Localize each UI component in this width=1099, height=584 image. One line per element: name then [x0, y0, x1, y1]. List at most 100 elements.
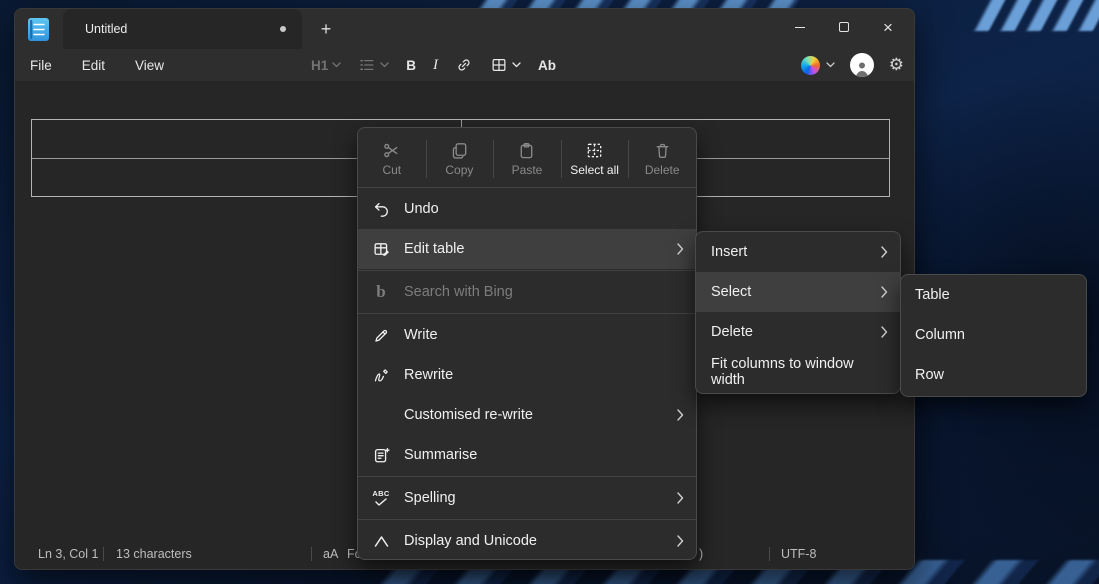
select-submenu: Table Column Row [900, 274, 1087, 397]
wallpaper-streak [962, 0, 1099, 31]
rewrite-icon [374, 368, 388, 381]
table-icon [492, 58, 506, 72]
menu-file[interactable]: File [30, 58, 52, 73]
titlebar: Untitled + × [15, 9, 914, 49]
submenu-item-row[interactable]: Row [901, 355, 1086, 395]
command-divider [493, 140, 495, 178]
submenu-item-column[interactable]: Column [901, 315, 1086, 355]
proofing-icon: Ab [538, 57, 557, 73]
copilot-icon [800, 55, 820, 75]
delete-button[interactable]: Delete [628, 132, 696, 186]
submenu-item-table[interactable]: Table [901, 275, 1086, 315]
italic-label: I [433, 56, 439, 73]
link-button[interactable] [455, 56, 473, 74]
text-size-icon[interactable]: aA [323, 539, 338, 569]
menu-edit[interactable]: Edit [82, 58, 105, 73]
account-icon [855, 62, 868, 77]
write-icon [374, 329, 387, 342]
status-clipped-right: ) [699, 547, 704, 561]
menu-separator [358, 187, 696, 188]
maximize-button[interactable] [822, 9, 866, 45]
edit-table-submenu: Insert Select Delete Fit columns to wind… [695, 231, 901, 394]
menu-separator [358, 270, 696, 271]
account-button[interactable] [849, 53, 874, 77]
menu-item-rewrite[interactable]: Rewrite [358, 355, 696, 395]
italic-button[interactable]: I [433, 57, 438, 74]
menu-view[interactable]: View [135, 58, 164, 73]
trash-icon [656, 143, 669, 159]
table-dropdown[interactable] [490, 56, 521, 74]
format-toolbar: H1 B I Ab [311, 49, 556, 81]
menu-item-edit-table[interactable]: Edit table [358, 229, 696, 269]
menu-separator [358, 313, 696, 314]
chevron-down-icon [826, 62, 835, 68]
menubar: File Edit View H1 B I Ab ⚙ [15, 49, 914, 81]
menu-separator [358, 476, 696, 477]
chevron-right-icon [677, 409, 684, 421]
unsaved-dot [280, 26, 286, 32]
bold-label: B [406, 57, 417, 73]
encoding[interactable]: UTF-8 [781, 539, 816, 569]
submenu-item-insert[interactable]: Insert [696, 232, 900, 272]
copilot-dropdown[interactable] [800, 55, 835, 75]
menu-separator [358, 519, 696, 520]
minimize-icon [795, 26, 805, 28]
status-divider [103, 547, 104, 561]
submenu-item-fit-columns[interactable]: Fit columns to window width [696, 352, 900, 392]
spelling-icon: ABC [372, 490, 389, 506]
paste-button[interactable]: Paste [493, 132, 561, 186]
chevron-right-icon [677, 243, 684, 255]
submenu-item-select[interactable]: Select [696, 272, 900, 312]
undo-icon [374, 202, 388, 217]
chevron-right-icon [881, 286, 888, 298]
cursor-position: Ln 3, Col 1 [38, 547, 99, 561]
heading-label: H1 [311, 57, 329, 73]
copy-button[interactable]: Copy [426, 132, 494, 186]
list-icon [360, 59, 374, 71]
chevron-down-icon [332, 62, 341, 68]
tab-untitled[interactable]: Untitled [63, 9, 302, 49]
chevron-right-icon [677, 535, 684, 547]
cut-button[interactable]: Cut [358, 132, 426, 186]
chevron-down-icon [380, 62, 389, 68]
status-divider [769, 547, 770, 561]
heading-dropdown[interactable]: H1 [311, 58, 341, 73]
select-all-button[interactable]: Select all [561, 132, 629, 186]
window-controls: × [778, 9, 910, 45]
copy-icon [452, 143, 467, 159]
command-divider [425, 140, 427, 178]
link-icon [458, 59, 470, 71]
chevron-right-icon [881, 246, 888, 258]
menu-item-display-and-unicode[interactable]: Display and Unicode [358, 521, 696, 559]
list-dropdown[interactable] [358, 56, 389, 74]
status-divider [311, 547, 312, 561]
menu-item-summarise[interactable]: Summarise [358, 435, 696, 475]
submenu-item-delete[interactable]: Delete [696, 312, 900, 352]
bold-button[interactable]: B [406, 58, 416, 73]
close-button[interactable]: × [866, 9, 910, 45]
edit-table-icon [373, 242, 389, 256]
tab-title: Untitled [85, 22, 128, 36]
maximize-icon [839, 22, 849, 32]
chevron-down-icon [512, 62, 521, 68]
menu-item-write[interactable]: Write [358, 315, 696, 355]
titlebar-right-icons: ⚙ [800, 49, 904, 81]
paste-icon [521, 142, 533, 159]
close-icon: × [883, 17, 893, 37]
minimize-button[interactable] [778, 9, 822, 45]
menu-item-spelling[interactable]: ABC Spelling [358, 478, 696, 518]
menu-item-customised-rewrite[interactable]: Customised re-write [358, 395, 696, 435]
settings-button[interactable]: ⚙ [889, 55, 904, 75]
notepad-icon [28, 18, 49, 41]
command-divider [560, 140, 562, 178]
summarise-icon [374, 447, 390, 462]
new-tab-button[interactable]: + [311, 15, 341, 43]
menu-item-search-with-bing[interactable]: b Search with Bing [358, 272, 696, 312]
menu-item-undo[interactable]: Undo [358, 189, 696, 229]
scissors-icon [384, 143, 398, 158]
desktop-wallpaper: Untitled + × File Edit View H1 B I Ab ⚙ … [0, 0, 1099, 584]
character-count: 13 characters [116, 547, 192, 561]
proofing-button[interactable]: Ab [538, 58, 556, 73]
bing-icon: b [376, 282, 386, 301]
gear-icon: ⚙ [888, 55, 904, 74]
